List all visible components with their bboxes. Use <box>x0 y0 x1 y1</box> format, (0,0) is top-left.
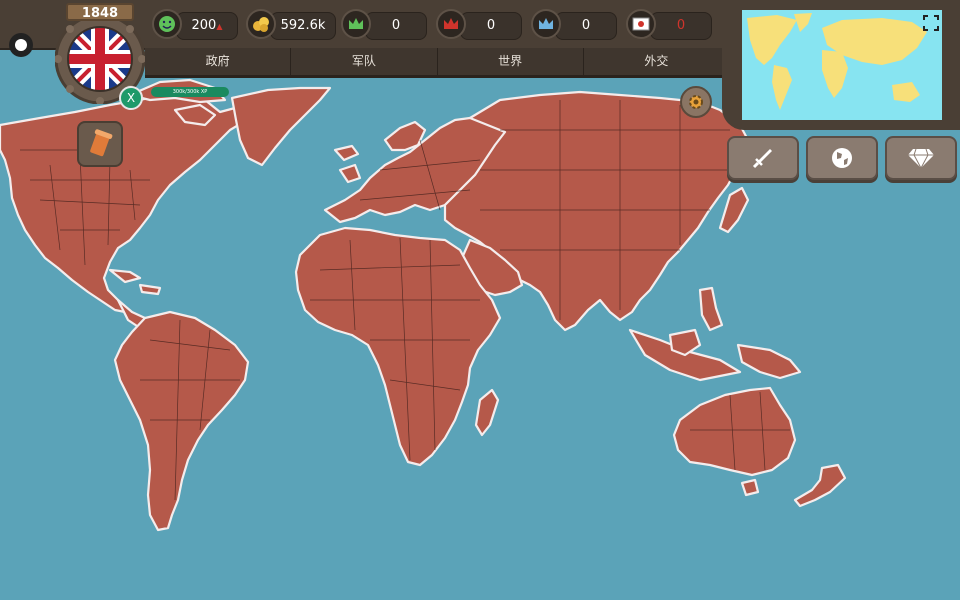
blue-crown-icon <box>531 9 561 39</box>
resource-blue-crown[interactable]: 0 <box>531 9 617 41</box>
scroll-icon <box>90 129 113 157</box>
red-crown-value: 0 <box>460 12 522 40</box>
minimap[interactable] <box>742 10 942 120</box>
resource-flag-card[interactable]: 0 <box>626 9 712 41</box>
nav-tabs: 政府 军队 世界 外交 <box>145 48 730 78</box>
resource-stability[interactable]: 200▲ <box>152 9 238 41</box>
tab-army[interactable]: 军队 <box>291 48 438 75</box>
history-button[interactable] <box>77 121 123 167</box>
war-button[interactable] <box>727 136 799 180</box>
green-crown-icon <box>341 9 371 39</box>
green-crown-value: 0 <box>365 12 427 40</box>
gear-icon <box>689 95 703 109</box>
gold-value: 592.6k <box>280 18 326 33</box>
xp-bar: 300k/300k XP <box>151 87 229 97</box>
flag-card-icon <box>626 9 656 39</box>
blue-crown-value: 0 <box>555 12 617 40</box>
diamond-icon <box>908 148 934 169</box>
resource-green-crown[interactable]: 0 <box>341 9 427 41</box>
x-button[interactable]: X <box>119 86 143 110</box>
coins-icon <box>246 9 276 39</box>
resource-gold[interactable]: 592.6k <box>246 9 336 41</box>
settings-button[interactable] <box>680 86 712 118</box>
tab-world[interactable]: 世界 <box>438 48 584 75</box>
stability-trend: ▲ <box>216 22 223 31</box>
globe-icon <box>832 148 852 168</box>
red-crown-icon <box>436 9 466 39</box>
tab-government[interactable]: 政府 <box>145 48 292 75</box>
smiley-icon <box>152 9 182 39</box>
stability-value: 200 <box>191 18 217 33</box>
resource-red-crown[interactable]: 0 <box>436 9 522 41</box>
flag-card-value: 0 <box>650 12 712 40</box>
menu-toggle-button[interactable] <box>9 33 33 57</box>
year-display: 1848 <box>66 3 134 21</box>
world-button[interactable] <box>806 136 878 180</box>
tab-diplomacy[interactable]: 外交 <box>584 48 730 75</box>
shop-button[interactable] <box>885 136 957 180</box>
sword-icon <box>752 149 772 169</box>
toggle-dot-icon <box>15 39 27 51</box>
